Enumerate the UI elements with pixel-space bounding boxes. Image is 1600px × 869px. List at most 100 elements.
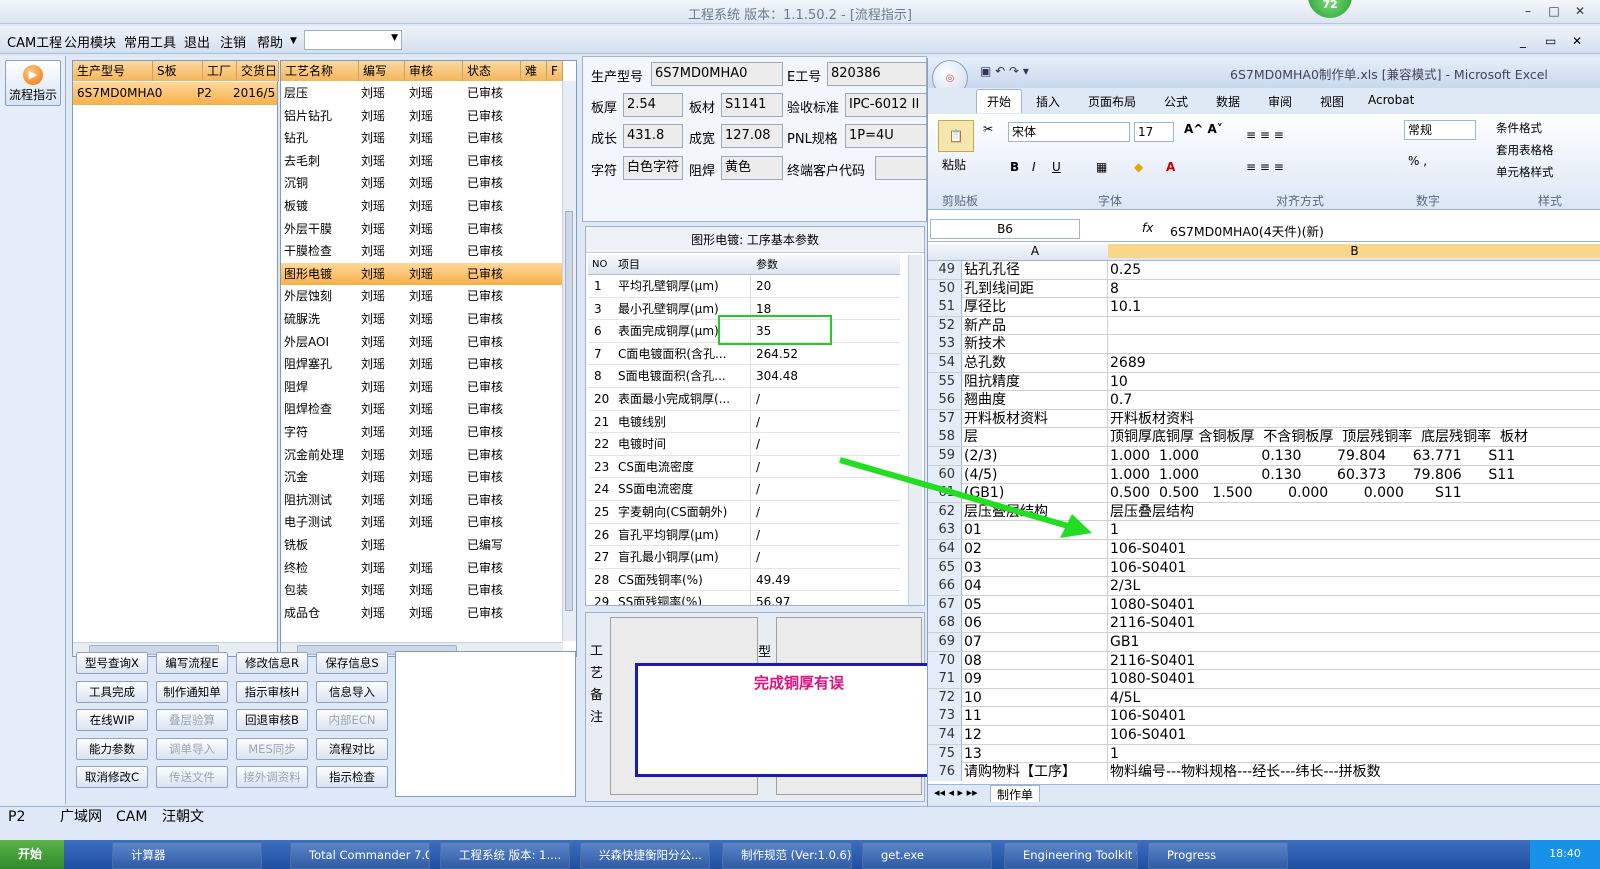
field-part-no[interactable]: 6S7MD0MHA0: [651, 62, 783, 86]
row-number[interactable]: 54: [928, 354, 962, 372]
cell-b[interactable]: 4/5L: [1110, 689, 1600, 707]
col-part-no[interactable]: 生产型号: [73, 61, 153, 81]
action-button[interactable]: 能力参数: [76, 737, 148, 760]
cell-b[interactable]: 2689: [1110, 354, 1600, 372]
param-row[interactable]: 27 盲孔最小铜厚(μm) /: [588, 546, 900, 569]
action-button[interactable]: 修改信息R: [236, 652, 308, 674]
col-writer[interactable]: 编写: [359, 61, 405, 81]
cell-a[interactable]: 13: [964, 744, 1108, 763]
table-row[interactable]: 阻焊检查 刘瑶 刘瑶 已审核: [281, 398, 563, 421]
action-button[interactable]: MES同步: [236, 737, 308, 760]
cell-a[interactable]: 翘曲度: [964, 391, 1108, 410]
sheet-row[interactable]: 57 开料板材资料 开料板材资料: [928, 409, 1600, 429]
action-button[interactable]: 指示检查: [316, 766, 388, 788]
mdi-minimize-icon[interactable]: _: [1520, 34, 1526, 48]
cell-style-button[interactable]: 单元格样式: [1496, 164, 1554, 180]
row-number[interactable]: 69: [928, 633, 962, 651]
action-button[interactable]: 信息导入: [316, 680, 388, 703]
sheet-row[interactable]: 56 翘曲度 0.7: [928, 391, 1600, 410]
table-row[interactable]: 沉金前处理 刘瑶 刘瑶 已审核: [281, 444, 563, 467]
sheet-row[interactable]: 53 新技术: [928, 335, 1600, 354]
info-memo[interactable]: [395, 651, 576, 797]
field-standard[interactable]: IPC-6012 II: [845, 93, 927, 117]
cell-b[interactable]: 106-S0401: [1110, 559, 1600, 577]
table-row[interactable]: 电子测试 刘瑶 刘瑶 已审核: [281, 511, 563, 534]
row-number[interactable]: 75: [928, 744, 962, 763]
paste-label[interactable]: 粘贴: [942, 156, 966, 173]
cell-b[interactable]: 10: [1110, 373, 1600, 391]
sheet-row[interactable]: 73 11 106-S0401: [928, 707, 1600, 726]
action-button[interactable]: 编写流程E: [156, 652, 228, 674]
param-row[interactable]: 28 CS面残铜率(%) 49.49: [588, 569, 900, 592]
table-row[interactable]: 外层干膜 刘瑶 刘瑶 已审核: [281, 218, 563, 241]
column-b-header[interactable]: B: [1108, 244, 1600, 258]
border-icon[interactable]: ▦: [1096, 160, 1107, 174]
row-number[interactable]: 68: [928, 614, 962, 633]
row-number[interactable]: 66: [928, 577, 962, 596]
field-legend[interactable]: 白色字符: [623, 156, 683, 180]
action-button[interactable]: 内部ECN: [316, 709, 388, 731]
row-number[interactable]: 49: [928, 261, 962, 279]
table-row[interactable]: 6S7MD0MHA0 P2 2016/5: [73, 82, 277, 105]
table-row[interactable]: 干膜检查 刘瑶 刘瑶 已审核: [281, 240, 563, 263]
cell-b[interactable]: 层压叠层结构: [1110, 503, 1600, 521]
cell-a[interactable]: 09: [964, 670, 1108, 689]
taskbar-item[interactable]: Progress: [1148, 842, 1288, 869]
cell-a[interactable]: 请购物料【工序】: [964, 763, 1108, 781]
tab-insert[interactable]: 插入: [1036, 93, 1060, 110]
cell-b[interactable]: 1080-S0401: [1110, 596, 1600, 614]
cell-b[interactable]: 8: [1110, 280, 1600, 298]
number-format-select[interactable]: 常规: [1404, 120, 1476, 140]
taskbar-item[interactable]: 兴森快捷衡阳分公...: [580, 842, 710, 869]
tab-formulas[interactable]: 公式: [1164, 93, 1188, 110]
menu-combobox[interactable]: ▼: [304, 30, 402, 50]
sheet-row[interactable]: 68 06 2116-S0401: [928, 614, 1600, 633]
table-row[interactable]: 沉金 刘瑶 刘瑶 已审核: [281, 466, 563, 489]
taskbar-item[interactable]: 制作规范 (Ver:1.0.6): [722, 842, 852, 869]
param-row[interactable]: 21 电镀线别 /: [588, 411, 900, 434]
action-button[interactable]: 保存信息S: [316, 652, 388, 674]
sheet-row[interactable]: 76 请购物料【工序】 物料编号---物料规格---经长---纬长---拼板数: [928, 763, 1600, 781]
taskbar-item[interactable]: 计算器: [112, 842, 262, 869]
action-button[interactable]: 接外调资料: [236, 766, 308, 788]
field-length[interactable]: 431.8: [623, 124, 683, 148]
col-s-board[interactable]: S板: [153, 61, 203, 81]
tab-page-layout[interactable]: 页面布局: [1088, 93, 1136, 110]
conditional-format-button[interactable]: 条件格式: [1496, 120, 1542, 136]
italic-icon[interactable]: I: [1032, 160, 1036, 174]
row-number[interactable]: 73: [928, 707, 962, 726]
action-button[interactable]: 流程对比: [316, 737, 388, 760]
tab-review[interactable]: 审阅: [1268, 93, 1292, 110]
cell-b[interactable]: 1: [1110, 745, 1600, 763]
field-pnl[interactable]: 1P=4U: [845, 124, 927, 148]
row-number[interactable]: 65: [928, 558, 962, 577]
menu-cam[interactable]: CAM工程: [7, 32, 62, 51]
tab-acrobat[interactable]: Acrobat: [1368, 93, 1414, 107]
menu-exit[interactable]: 退出: [184, 32, 210, 51]
row-number[interactable]: 67: [928, 595, 962, 614]
col-process[interactable]: 工艺名称: [281, 61, 359, 81]
param-row[interactable]: 29 SS面残铜率(%) 56.97: [588, 591, 900, 605]
start-button[interactable]: 开始: [0, 840, 64, 869]
action-button[interactable]: 制作通知单: [156, 680, 228, 703]
cell-a[interactable]: 11: [964, 707, 1108, 726]
row-number[interactable]: 76: [928, 763, 962, 781]
row-number[interactable]: 64: [928, 540, 962, 558]
vertical-scrollbar[interactable]: [562, 81, 576, 641]
cell-b[interactable]: 物料编号---物料规格---经长---纬长---拼板数: [1110, 763, 1600, 781]
row-number[interactable]: 51: [928, 298, 962, 317]
action-button[interactable]: 回退审核B: [236, 709, 308, 731]
sheet-row[interactable]: 49 钻孔孔径 0.25: [928, 261, 1600, 280]
cell-b[interactable]: 1: [1110, 521, 1600, 539]
action-button[interactable]: 传送文件: [156, 766, 228, 788]
table-row[interactable]: 包装 刘瑶 刘瑶 已审核: [281, 579, 563, 602]
row-number[interactable]: 52: [928, 316, 962, 335]
col-no[interactable]: NO: [592, 255, 607, 275]
maximize-icon[interactable]: □: [1546, 3, 1562, 19]
col-reviewer[interactable]: 审核: [405, 61, 463, 81]
fill-color-icon[interactable]: ◆: [1134, 160, 1143, 174]
cell-a[interactable]: 08: [964, 651, 1108, 670]
table-format-button[interactable]: 套用表格格: [1496, 142, 1554, 158]
table-row[interactable]: 沉铜 刘瑶 刘瑶 已审核: [281, 172, 563, 195]
paste-icon[interactable]: 📋: [938, 120, 974, 152]
